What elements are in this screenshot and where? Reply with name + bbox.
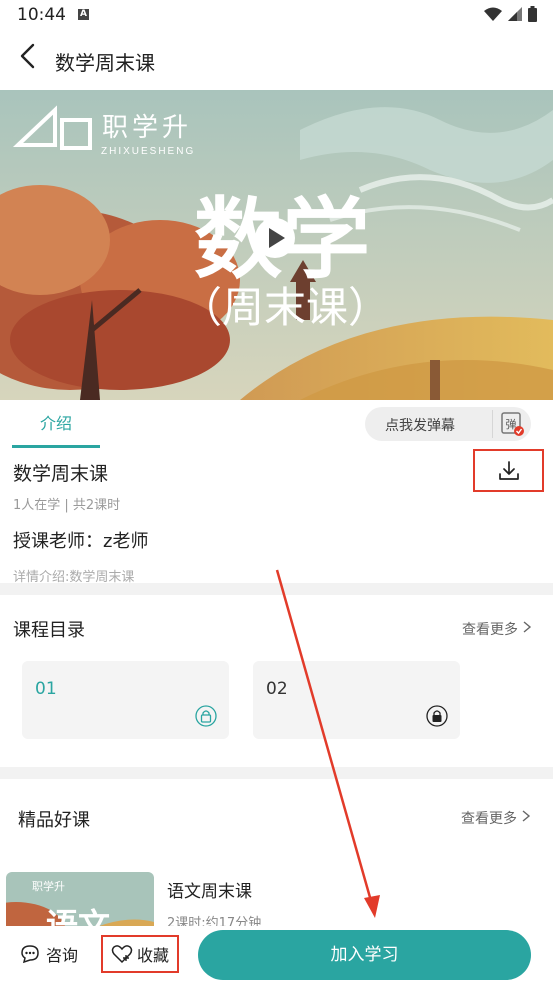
play-icon[interactable] [255,218,295,258]
teacher-name: 授课老师：z老师 [13,531,149,552]
section-divider [0,767,553,779]
status-time: 10:44 [17,5,66,25]
course-meta: 1人在学 | 共2课时 [13,498,121,513]
chat-icon [21,945,39,964]
bottom-bar: 咨询 收藏 加入学习 [0,926,553,984]
quality-course-title[interactable]: 语文周末课 [167,877,252,902]
signal-icon [508,7,522,21]
chevron-right-icon [524,621,532,633]
tab-intro[interactable]: 介绍 [12,400,100,448]
danmu-input[interactable]: 点我发弹幕 弹 [365,407,531,441]
lesson-card-02[interactable]: 02 [253,661,460,739]
lesson-number: 02 [266,679,288,699]
chevron-right-icon [523,810,531,822]
quality-title: 精品好课 [18,810,90,831]
section-divider [0,583,553,595]
download-icon [498,460,519,480]
lock-icon [195,705,217,727]
page-title: 数学周末课 [55,51,155,75]
danmu-icon: 弹 [501,412,524,436]
quality-more-label: 查看更多 [461,811,517,827]
consult-button[interactable]: 咨询 [20,942,78,966]
tab-row: 介绍 点我发弹幕 弹 [0,400,553,450]
consult-label: 咨询 [46,946,79,965]
quality-more-link[interactable]: 查看更多 [461,808,531,828]
course-title: 数学周末课 [13,463,109,485]
banner-illustration: 职学升 ZHIXUESHENG 数学 （周末课） [0,90,553,400]
tab-underline [12,445,100,448]
status-bar: 10:44 A [0,0,553,30]
download-button[interactable] [473,449,544,492]
back-button[interactable] [14,42,44,72]
notification-icon: A [78,9,89,20]
banner-brand-pinyin: ZHIXUESHENG [101,146,195,157]
lesson-number: 01 [35,679,57,699]
danmu-label: 点我发弹幕 [385,418,455,434]
course-banner[interactable]: 职学升 ZHIXUESHENG 数学 （周末课） [0,90,553,400]
status-icons [484,6,537,22]
heart-icon [111,945,133,964]
header: 数学周末课 [0,30,553,90]
catalog-more-label: 查看更多 [462,622,518,638]
banner-sub-title: （周末课） [180,284,390,331]
lesson-card-01[interactable]: 01 [22,661,229,739]
join-study-button[interactable]: 加入学习 [198,930,531,980]
back-arrow-icon [20,43,35,69]
lock-icon [426,705,448,727]
battery-icon [528,6,537,22]
danmu-toggle-button[interactable]: 弹 [492,410,527,438]
wifi-icon [484,7,502,21]
banner-brand-name: 职学升 [102,112,192,142]
catalog-more-link[interactable]: 查看更多 [462,619,532,639]
thumbnail-brand: 职学升 [32,879,65,893]
catalog-title: 课程目录 [13,620,85,641]
favorite-button[interactable]: 收藏 [101,935,179,973]
favorite-label: 收藏 [136,946,169,965]
